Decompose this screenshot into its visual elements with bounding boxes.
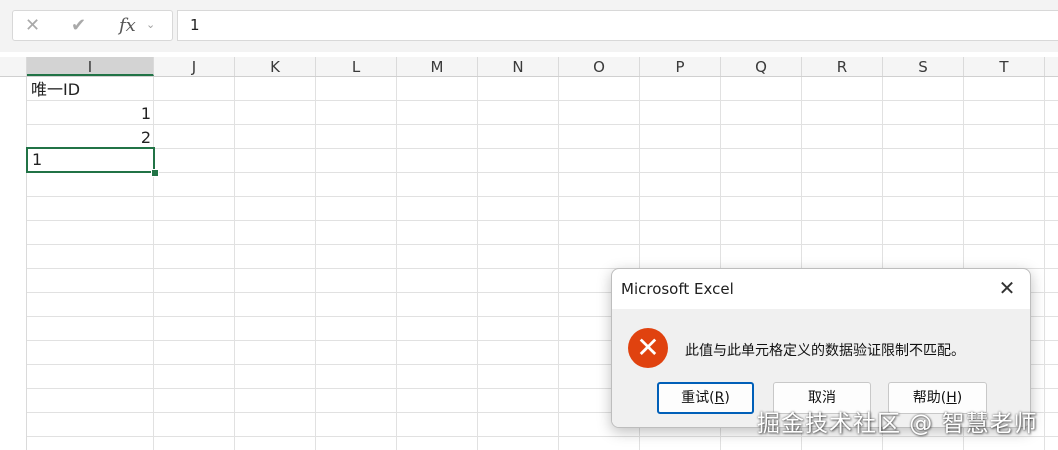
dialog-message: 此值与此单元格定义的数据验证限制不匹配。 [685,343,965,359]
formula-bar: ✕ ✔ fx ⌄ 1 [0,0,1058,52]
column-header-r[interactable]: R [802,57,883,76]
column-header-n[interactable]: N [478,57,559,76]
insert-function-button[interactable]: fx [119,15,136,36]
cell-i3[interactable]: 2 [31,126,151,149]
column-header-l[interactable]: L [316,57,397,76]
cell-i2[interactable]: 1 [31,102,151,125]
close-icon[interactable]: ✕ [25,15,40,36]
column-header-u[interactable] [1045,57,1058,76]
formula-buttons: ✕ ✔ fx ⌄ [12,10,173,41]
close-icon[interactable]: ✕ [994,275,1020,301]
formula-value: 1 [190,16,200,34]
column-header-s[interactable]: S [883,57,964,76]
error-icon: ✕ [628,328,668,368]
column-header-p[interactable]: P [640,57,721,76]
column-header-k[interactable]: K [235,57,316,76]
retry-button[interactable]: 重试(R) [657,382,754,414]
column-header-t[interactable]: T [964,57,1045,76]
column-header-row: I J K L M N O P Q R S T [0,57,1058,77]
row-header-strip[interactable] [0,77,27,450]
formula-input[interactable]: 1 [177,10,1058,41]
select-all-corner[interactable] [0,57,27,76]
active-cell-i4[interactable]: 1 [26,147,155,173]
watermark-text: 掘金技术社区 @ 智慧老师 [757,411,1038,437]
column-header-m[interactable]: M [397,57,478,76]
dialog-title: Microsoft Excel [621,280,734,298]
fill-handle[interactable] [151,169,159,177]
column-header-q[interactable]: Q [721,57,802,76]
chevron-down-icon[interactable]: ⌄ [146,18,155,31]
column-header-i[interactable]: I [27,57,154,76]
check-icon[interactable]: ✔ [71,15,86,36]
column-header-j[interactable]: J [154,57,235,76]
cell-i1[interactable]: 唯一ID [31,78,151,101]
column-header-o[interactable]: O [559,57,640,76]
active-cell-value: 1 [32,150,43,169]
